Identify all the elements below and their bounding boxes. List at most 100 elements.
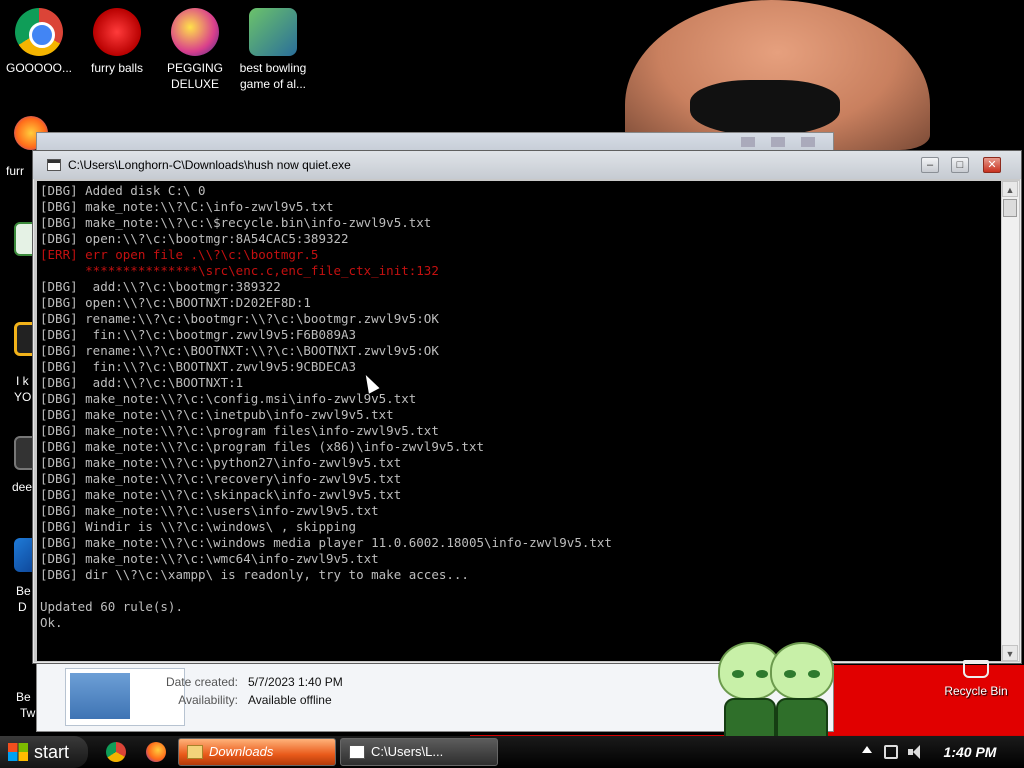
close-button[interactable]: ✕ xyxy=(983,157,1001,173)
recycle-bin-label: Recycle Bin xyxy=(944,684,1008,698)
availability-value: Available offline xyxy=(248,693,332,707)
desktop-icon-pegging[interactable]: PEGGING DELUXE xyxy=(156,8,234,92)
close-icon: ✕ xyxy=(987,159,997,171)
taskbar-clock[interactable]: 1:40 PM xyxy=(938,736,1002,768)
desktop-icon-label: GOOOOO... xyxy=(5,61,72,75)
console-line: [DBG] add:\\?\c:\bootmgr:389322 xyxy=(40,279,281,294)
desktop-icon-label: Be xyxy=(16,690,31,704)
desktop-icon-label: YO xyxy=(14,390,32,404)
scroll-down-arrow-icon[interactable]: ▼ xyxy=(1002,645,1018,661)
date-created-label: Date created: xyxy=(165,675,238,689)
chrome-icon[interactable] xyxy=(106,742,126,762)
taskbar: start Downloads C:\Users\L... 1:40 PM xyxy=(0,736,1024,768)
desktop-icon-label: Tw xyxy=(20,706,36,720)
mascot-head xyxy=(770,642,834,700)
scroll-up-arrow-icon[interactable]: ▲ xyxy=(1002,181,1018,197)
recycle-bin-icon xyxy=(963,660,989,678)
console-line: [DBG] make_note:\\?\c:\skinpack\info-zwv… xyxy=(40,487,402,502)
console-line: Updated 60 rule(s). xyxy=(40,599,183,614)
console-line: [DBG] dir \\?\c:\xampp\ is readonly, try… xyxy=(40,567,469,582)
console-scrollbar[interactable]: ▲ ▼ xyxy=(1001,181,1019,661)
taskbar-button-label: C:\Users\L... xyxy=(371,744,444,759)
date-created-row: Date created: 5/7/2023 1:40 PM xyxy=(162,675,343,689)
console-line: [DBG] make_note:\\?\c:\config.msi\info-z… xyxy=(40,391,417,406)
console-line: [DBG] make_note:\\?\c:\program files\inf… xyxy=(40,423,439,438)
console-output[interactable]: [DBG] Added disk C:\ 0 [DBG] make_note:\\… xyxy=(37,181,1001,661)
pegging-icon xyxy=(171,8,219,56)
console-line: [DBG] make_note:\\?\c:\wmc64\info-zwvl9v… xyxy=(40,551,379,566)
console-line: [ERR] err open file .\\?\c:\bootmgr.5 xyxy=(40,247,319,262)
explorer-window-controls xyxy=(741,137,815,147)
maximize-icon[interactable] xyxy=(771,137,785,147)
desktop-icon-bowling[interactable]: best bowling game of al... xyxy=(234,8,312,92)
mascot-sticker xyxy=(762,642,842,742)
taskbar-button-console[interactable]: C:\Users\L... xyxy=(340,738,498,766)
desktop-icon-furry-balls[interactable]: furry balls xyxy=(78,8,156,76)
console-line: ***************\src\enc.c,enc_file_ctx_i… xyxy=(40,263,439,278)
console-line: [DBG] make_note:\\?\c:\recovery\info-zwv… xyxy=(40,471,402,486)
availability-row: Availability: Available offline xyxy=(162,693,332,707)
console-line: [DBG] open:\\?\c:\bootmgr:8A54CAC5:38932… xyxy=(40,231,349,246)
maximize-button[interactable]: □ xyxy=(951,157,969,173)
scroll-thumb[interactable] xyxy=(1003,199,1017,217)
mascot-body xyxy=(776,698,828,740)
desktop-icon-label: best bowling game of al... xyxy=(239,61,307,91)
console-titlebar[interactable]: C:\Users\Longhorn-C\Downloads\hush now q… xyxy=(33,151,1021,179)
console-line: [DBG] make_note:\\?\C:\info-zwvl9v5.txt xyxy=(40,199,334,214)
mascot-eye xyxy=(784,670,796,678)
console-icon xyxy=(47,159,61,171)
taskbar-button-label: Downloads xyxy=(209,744,274,759)
wallpaper-glasses xyxy=(690,80,840,135)
tray-expand-icon[interactable] xyxy=(862,746,872,753)
console-line: [DBG] make_note:\\?\c:\$recycle.bin\info… xyxy=(40,215,432,230)
minimize-button[interactable]: – xyxy=(921,157,939,173)
desktop-icon-label: PEGGING DELUXE xyxy=(166,61,223,91)
bowling-icon xyxy=(249,8,297,56)
volume-icon[interactable] xyxy=(908,745,922,759)
console-title: C:\Users\Longhorn-C\Downloads\hush now q… xyxy=(68,158,351,172)
thumbnail-preview xyxy=(70,673,130,719)
desktop-icon-label: dee xyxy=(12,480,33,494)
console-line: Ok. xyxy=(40,615,63,630)
console-line: [DBG] fin:\\?\c:\bootmgr.zwvl9v5:F6B089A… xyxy=(40,327,357,342)
windows-logo-icon xyxy=(8,743,28,761)
desktop-icon-label: I k xyxy=(16,374,29,388)
console-line: [DBG] rename:\\?\c:\bootmgr:\\?\c:\bootm… xyxy=(40,311,439,326)
console-line: [DBG] make_note:\\?\c:\inetpub\info-zwvl… xyxy=(40,407,394,422)
start-label: start xyxy=(34,742,70,762)
minimize-icon: – xyxy=(926,159,934,171)
maximize-icon: □ xyxy=(956,159,964,171)
console-line: [DBG] add:\\?\c:\BOOTNXT:1 xyxy=(40,375,244,390)
desktop-icon-label: D xyxy=(18,600,27,614)
firefox-icon[interactable] xyxy=(146,742,166,762)
desktop-icon-label: furr xyxy=(6,164,24,178)
console-line: [DBG] fin:\\?\c:\BOOTNXT.zwvl9v5:9CBDECA… xyxy=(40,359,357,374)
folder-icon xyxy=(187,745,203,759)
console-icon xyxy=(349,745,365,759)
recycle-bin[interactable]: Recycle Bin xyxy=(940,660,1012,698)
desktop-icon-chrome[interactable]: GOOOOO... xyxy=(0,8,78,76)
console-line: [DBG] make_note:\\?\c:\windows media pla… xyxy=(40,535,612,550)
mascot-eye xyxy=(808,670,820,678)
console-line: [DBG] make_note:\\?\c:\python27\info-zwv… xyxy=(40,455,402,470)
console-line: [DBG] rename:\\?\c:\BOOTNXT:\\?\c:\BOOTN… xyxy=(40,343,439,358)
desktop-icon-label: Be xyxy=(16,584,31,598)
console-line: [DBG] make_note:\\?\c:\program files (x8… xyxy=(40,439,485,454)
console-window[interactable]: C:\Users\Longhorn-C\Downloads\hush now q… xyxy=(32,150,1022,664)
chrome-icon xyxy=(15,8,63,56)
availability-label: Availability: xyxy=(178,693,238,707)
console-line: [DBG] open:\\?\c:\BOOTNXT:D202EF8D:1 xyxy=(40,295,311,310)
date-created-value: 5/7/2023 1:40 PM xyxy=(248,675,343,689)
taskbar-button-downloads[interactable]: Downloads xyxy=(178,738,336,766)
network-icon[interactable] xyxy=(884,745,898,759)
desktop-icon-label: furry balls xyxy=(90,61,143,75)
start-button[interactable]: start xyxy=(0,736,88,768)
console-line: [DBG] Windir is \\?\c:\windows\ , skippi… xyxy=(40,519,357,534)
console-line: [DBG] make_note:\\?\c:\users\info-zwvl9v… xyxy=(40,503,379,518)
minimize-icon[interactable] xyxy=(741,137,755,147)
mascot-eye xyxy=(732,670,744,678)
console-line: [DBG] Added disk C:\ 0 xyxy=(40,183,206,198)
furry-balls-icon xyxy=(93,8,141,56)
close-icon[interactable] xyxy=(801,137,815,147)
